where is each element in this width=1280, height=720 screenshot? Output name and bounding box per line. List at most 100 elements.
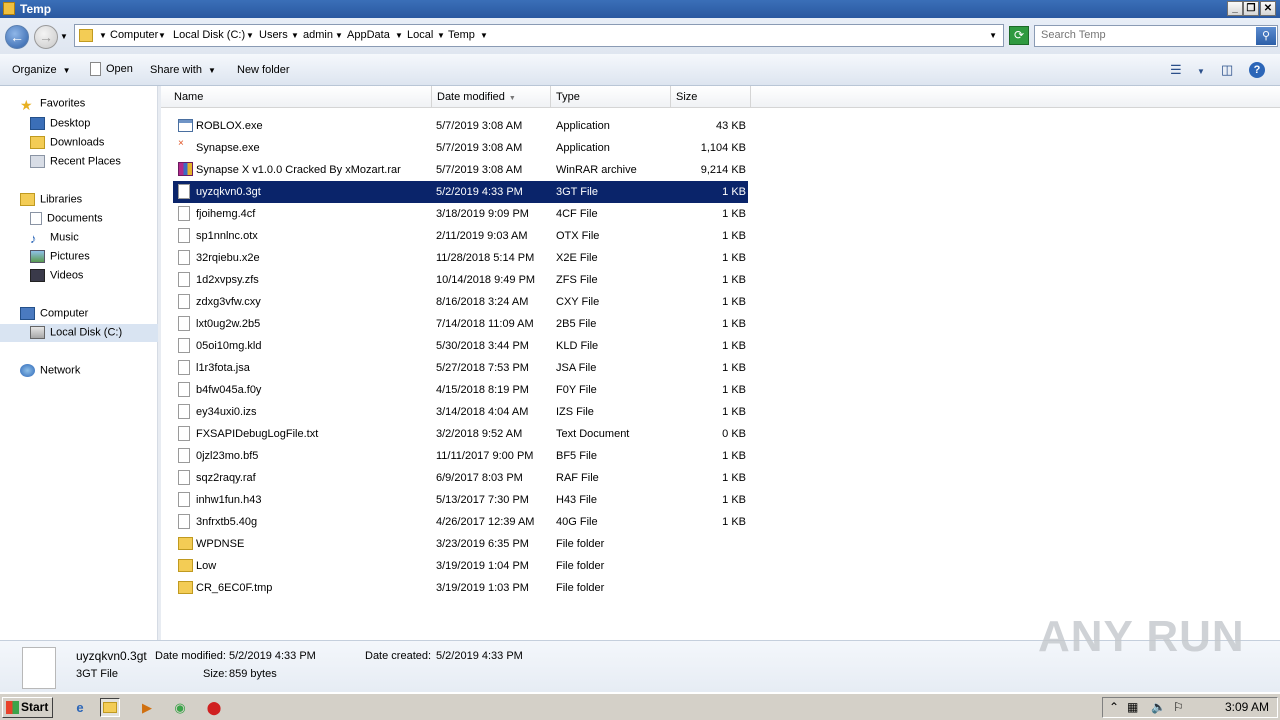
column-header-date[interactable]: Date modified ▼: [432, 86, 551, 108]
security-app-icon[interactable]: ⬤: [204, 698, 224, 717]
chevron-down-icon[interactable]: ▼: [158, 31, 166, 40]
file-row[interactable]: 1d2xvpsy.zfs 10/14/2018 9:49 PM ZFS File 1 …: [173, 269, 748, 291]
file-type: BF5 File: [556, 450, 597, 462]
breadcrumb-temp[interactable]: Temp: [448, 29, 475, 41]
address-row: ← → ▼ ▼ Computer ▼ Local Disk (C:) ▼ Use…: [0, 18, 1280, 54]
breadcrumb-computer[interactable]: Computer: [110, 29, 158, 41]
show-hidden-icons-icon[interactable]: ⌃: [1109, 700, 1119, 714]
close-button[interactable]: ✕: [1260, 1, 1276, 16]
address-bar[interactable]: ▼ Computer ▼ Local Disk (C:) ▼ Users ▼ a…: [74, 24, 1004, 47]
nav-computer[interactable]: Computer: [20, 307, 88, 320]
forward-button[interactable]: →: [34, 25, 58, 49]
clock[interactable]: 3:09 AM: [1225, 700, 1269, 714]
new-folder-button[interactable]: New folder: [237, 64, 290, 76]
nav-favorites[interactable]: ★ Favorites: [20, 97, 85, 113]
file-row[interactable]: fjoihemg.4cf 3/18/2019 9:09 PM 4CF File 1 K…: [173, 203, 748, 225]
open-button[interactable]: Open: [90, 62, 133, 76]
file-row[interactable]: 0jzl23mo.bf5 11/11/2017 9:00 PM BF5 File 1 …: [173, 445, 748, 467]
explorer-taskbar-button[interactable]: [100, 698, 120, 717]
file-row[interactable]: ey34uxi0.izs 3/14/2018 4:04 AM IZS File 1 K…: [173, 401, 748, 423]
change-view-icon[interactable]: ☰: [1170, 62, 1182, 78]
application-icon: [178, 119, 193, 132]
nav-network[interactable]: Network: [20, 364, 80, 377]
chevron-down-icon[interactable]: ▼: [99, 31, 107, 40]
nav-libraries[interactable]: Libraries: [20, 193, 82, 206]
folder-icon: [178, 581, 193, 594]
internet-explorer-icon[interactable]: e: [70, 698, 90, 717]
details-created-label: Date created:: [365, 650, 432, 662]
nav-recent-places[interactable]: Recent Places: [30, 155, 121, 168]
details-modified-label: Date modified:: [155, 650, 226, 662]
nav-downloads[interactable]: Downloads: [30, 136, 104, 149]
column-header-name[interactable]: Name: [169, 86, 432, 108]
search-icon[interactable]: ⚲: [1256, 27, 1276, 45]
breadcrumb-users[interactable]: Users: [259, 29, 288, 41]
folder-row[interactable]: WPDNSE 3/23/2019 6:35 PM File folder: [173, 533, 748, 555]
folder-row[interactable]: CR_6EC0F.tmp 3/19/2019 1:03 PM File folder: [173, 577, 748, 599]
file-row[interactable]: sp1nnlnc.otx 2/11/2019 9:03 AM OTX File 1 K…: [173, 225, 748, 247]
organize-button[interactable]: Organize ▼: [12, 64, 71, 76]
action-center-flag-icon[interactable]: ⚐: [1173, 700, 1184, 714]
file-row[interactable]: lxt0ug2w.2b5 7/14/2018 11:09 AM 2B5 File 1 …: [173, 313, 748, 335]
nav-local-disk[interactable]: Local Disk (C:): [30, 326, 122, 339]
breadcrumb-appdata[interactable]: AppData: [347, 29, 390, 41]
breadcrumb-local[interactable]: Local: [407, 29, 433, 41]
start-button[interactable]: Start: [2, 697, 53, 718]
chevron-down-icon[interactable]: ▼: [246, 31, 254, 40]
nav-pictures[interactable]: Pictures: [30, 250, 90, 263]
recent-pages-dropdown-icon[interactable]: ▼: [60, 32, 68, 41]
media-player-icon[interactable]: ▶: [137, 698, 157, 717]
breadcrumb-local-disk[interactable]: Local Disk (C:): [173, 29, 245, 41]
nav-videos[interactable]: Videos: [30, 269, 83, 282]
file-type: WinRAR archive: [556, 164, 637, 176]
file-row[interactable]: b4fw045a.f0y 4/15/2018 8:19 PM F0Y File 1 K…: [173, 379, 748, 401]
column-header-type[interactable]: Type: [551, 86, 671, 108]
preview-pane-icon[interactable]: ◫: [1221, 62, 1233, 78]
back-button[interactable]: ←: [5, 25, 29, 49]
nav-desktop[interactable]: Desktop: [30, 117, 90, 130]
file-type: File folder: [556, 560, 605, 572]
share-with-button[interactable]: Share with ▼: [150, 64, 216, 76]
chevron-down-icon[interactable]: ▼: [480, 31, 488, 40]
search-box[interactable]: ⚲: [1034, 25, 1278, 47]
file-name: sp1nnlnc.otx: [196, 230, 258, 242]
file-name: Synapse X v1.0.0 Cracked By xMozart.rar: [196, 164, 401, 176]
help-icon[interactable]: ?: [1249, 62, 1265, 78]
minimize-button[interactable]: _: [1227, 1, 1243, 16]
volume-icon[interactable]: 🔈: [1151, 700, 1166, 714]
chevron-down-icon[interactable]: ▼: [395, 31, 403, 40]
downloads-folder-icon: [30, 136, 45, 149]
folder-row[interactable]: Low 3/19/2019 1:04 PM File folder: [173, 555, 748, 577]
file-row[interactable]: 32rqiebu.x2e 11/28/2018 5:14 PM X2E File 1 …: [173, 247, 748, 269]
file-date: 11/28/2018 5:14 PM: [436, 252, 535, 264]
chevron-down-icon[interactable]: ▼: [335, 31, 343, 40]
file-type: 4CF File: [556, 208, 598, 220]
refresh-button[interactable]: ⟳: [1009, 26, 1029, 45]
title-bar: Temp _ ❐ ✕: [0, 0, 1280, 18]
nav-music[interactable]: ♪ Music: [30, 231, 79, 246]
chevron-down-icon[interactable]: ▼: [437, 31, 445, 40]
view-options-dropdown-icon[interactable]: ▼: [1197, 67, 1205, 76]
breadcrumb-admin[interactable]: admin: [303, 29, 333, 41]
file-row[interactable]: 05oi10mg.kld 5/30/2018 3:44 PM KLD File 1 K…: [173, 335, 748, 357]
nav-documents[interactable]: Documents: [30, 212, 103, 225]
file-row[interactable]: sqz2raqy.raf 6/9/2017 8:03 PM RAF File 1 KB: [173, 467, 748, 489]
search-input[interactable]: [1041, 29, 1251, 41]
address-history-dropdown-icon[interactable]: ▼: [989, 31, 997, 40]
file-row[interactable]: Synapse X v1.0.0 Cracked By xMozart.rar 5…: [173, 159, 748, 181]
file-row[interactable]: l1r3fota.jsa 5/27/2018 7:53 PM JSA File 1 K…: [173, 357, 748, 379]
network-tray-icon[interactable]: ▦: [1127, 700, 1138, 714]
chevron-down-icon[interactable]: ▼: [291, 31, 299, 40]
file-row[interactable]: 3nfrxtb5.40g 4/26/2017 12:39 AM 40G File 1 …: [173, 511, 748, 533]
maximize-button[interactable]: ❐: [1243, 1, 1259, 16]
file-row[interactable]: ROBLOX.exe 5/7/2019 3:08 AM Application 43 …: [173, 115, 748, 137]
file-row[interactable]: uyzqkvn0.3gt 5/2/2019 4:33 PM 3GT File 1 KB: [173, 181, 748, 203]
column-header-size[interactable]: Size: [671, 86, 751, 108]
chrome-icon[interactable]: ◉: [170, 698, 190, 717]
file-row[interactable]: zdxg3vfw.cxy 8/16/2018 3:24 AM CXY File 1 K…: [173, 291, 748, 313]
file-row[interactable]: FXSAPIDebugLogFile.txt 3/2/2018 9:52 AM Te…: [173, 423, 748, 445]
file-type: Application: [556, 142, 610, 154]
file-row[interactable]: × Synapse.exe 5/7/2019 3:08 AM Application 1…: [173, 137, 748, 159]
file-date: 5/7/2019 3:08 AM: [436, 120, 523, 132]
file-row[interactable]: inhw1fun.h43 5/13/2017 7:30 PM H43 File 1 K…: [173, 489, 748, 511]
